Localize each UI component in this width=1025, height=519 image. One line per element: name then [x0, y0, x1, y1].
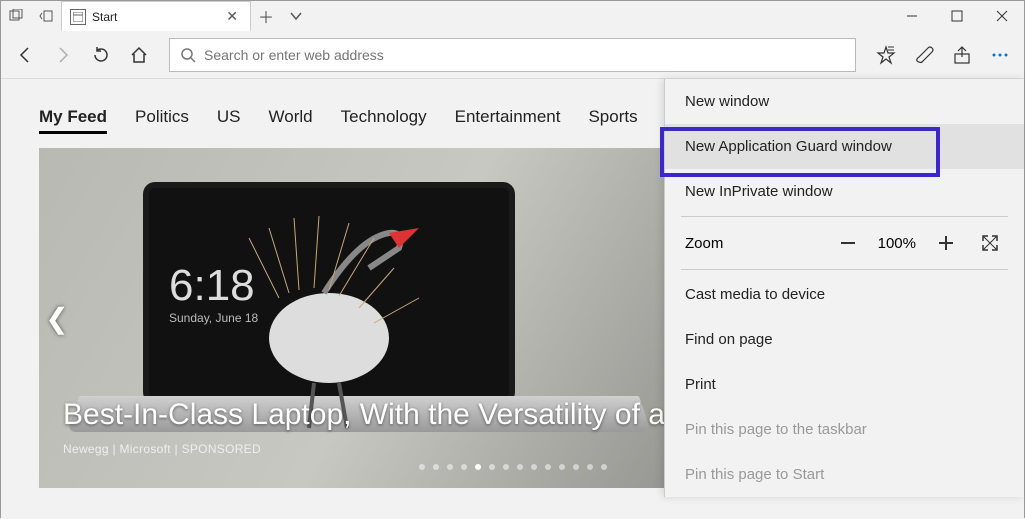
address-input[interactable] [204, 47, 845, 63]
tab-actions-button[interactable] [281, 10, 311, 22]
feed-nav-item[interactable]: World [269, 107, 313, 134]
feed-nav-item[interactable]: US [217, 107, 241, 134]
feed-nav-item[interactable]: My Feed [39, 107, 107, 134]
titlebar-left: Start ✕ ＋ [1, 1, 311, 31]
carousel-dot[interactable] [447, 464, 453, 470]
carousel-dot[interactable] [573, 464, 579, 470]
share-button[interactable] [944, 37, 980, 73]
feed-nav-item[interactable]: Technology [341, 107, 427, 134]
menu-cast[interactable]: Cast media to device [665, 272, 1024, 317]
menu-separator [681, 216, 1008, 217]
page-content: My Feed Politics US World Technology Entertai… [1, 79, 1024, 519]
zoom-in-button[interactable] [932, 229, 960, 257]
carousel-dot[interactable] [489, 464, 495, 470]
browser-tab[interactable]: Start ✕ [61, 1, 251, 31]
carousel-dot[interactable] [517, 464, 523, 470]
address-bar[interactable] [169, 38, 856, 72]
window-controls [889, 1, 1024, 31]
carousel-dot[interactable] [461, 464, 467, 470]
menu-new-window[interactable]: New window [665, 79, 1024, 124]
menu-separator [681, 269, 1008, 270]
tab-title: Start [92, 10, 222, 24]
refresh-button[interactable] [83, 37, 119, 73]
menu-new-inprivate-window[interactable]: New InPrivate window [665, 169, 1024, 214]
feed-nav-item[interactable]: Entertainment [455, 107, 561, 134]
menu-new-appguard-window[interactable]: New Application Guard window [665, 124, 1024, 169]
back-button[interactable] [7, 37, 43, 73]
menu-zoom-label: Zoom [685, 235, 818, 252]
favorites-button[interactable] [868, 37, 904, 73]
carousel-dot[interactable] [503, 464, 509, 470]
feed-nav-item[interactable]: Sports [588, 107, 637, 134]
notes-button[interactable] [906, 37, 942, 73]
home-button[interactable] [121, 37, 157, 73]
carousel-dot[interactable] [587, 464, 593, 470]
carousel-dot[interactable] [433, 464, 439, 470]
menu-find[interactable]: Find on page [665, 317, 1024, 362]
forward-button[interactable] [45, 37, 81, 73]
new-tab-button[interactable]: ＋ [251, 4, 281, 28]
search-icon [180, 47, 196, 63]
carousel-prev-button[interactable]: ❮ [45, 298, 69, 338]
maximize-button[interactable] [934, 1, 979, 31]
carousel-dot[interactable] [601, 464, 607, 470]
carousel-dot[interactable] [531, 464, 537, 470]
carousel-dot[interactable] [475, 464, 481, 470]
menu-pin-start: Pin this page to Start [665, 452, 1024, 497]
tab-preview-button[interactable] [1, 9, 31, 23]
carousel-dot[interactable] [419, 464, 425, 470]
menu-print[interactable]: Print [665, 362, 1024, 407]
minimize-button[interactable] [889, 1, 934, 31]
menu-zoom-row: Zoom 100% [665, 219, 1024, 267]
close-window-button[interactable] [979, 1, 1024, 31]
feed-nav-item[interactable]: Politics [135, 107, 189, 134]
menu-pin-taskbar: Pin this page to the taskbar [665, 407, 1024, 452]
more-button[interactable] [982, 37, 1018, 73]
titlebar: Start ✕ ＋ [1, 1, 1024, 31]
zoom-out-button[interactable] [834, 229, 862, 257]
toolbar [1, 31, 1024, 79]
carousel-dot[interactable] [545, 464, 551, 470]
fullscreen-button[interactable] [976, 229, 1004, 257]
tab-close-button[interactable]: ✕ [222, 8, 242, 25]
set-aside-tabs-button[interactable] [31, 9, 61, 23]
zoom-value: 100% [878, 235, 916, 252]
carousel-dot[interactable] [559, 464, 565, 470]
more-menu: New window New Application Guard window … [664, 79, 1024, 497]
tab-favicon [70, 9, 86, 25]
